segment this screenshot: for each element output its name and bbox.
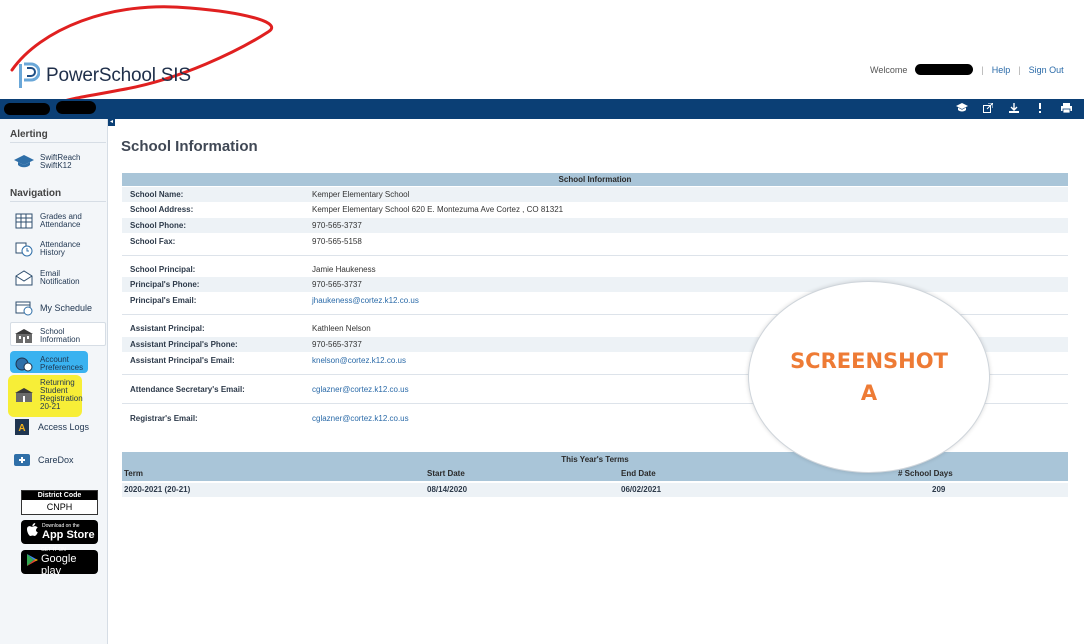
account-preferences-icon	[14, 355, 34, 373]
separator: |	[1018, 64, 1021, 75]
divider	[10, 201, 106, 202]
separator: |	[981, 64, 984, 75]
table-row: 2020-2021 (20-21) 08/14/2020 06/02/2021 …	[122, 483, 1068, 497]
red-scribble-annotation	[10, 5, 273, 106]
attendance-history-icon	[14, 240, 34, 258]
powerschool-logo-icon	[19, 62, 40, 88]
assistant-email-link[interactable]: knelson@cortez.k12.co.us	[312, 356, 406, 365]
sign-out-link[interactable]: Sign Out	[1029, 65, 1064, 75]
redacted-breadcrumb	[56, 101, 96, 114]
sidebar-item-caredox[interactable]: CareDox	[12, 451, 74, 469]
table-row: Principal's Phone: 970-565-3737	[122, 277, 1068, 292]
sidebar-item-email-notification[interactable]: Email Notification	[14, 269, 80, 287]
page-title: School Information	[121, 138, 258, 155]
top-navbar	[0, 99, 1084, 119]
navigation-heading: Navigation	[10, 188, 62, 199]
school-info-header: School Information	[122, 173, 1068, 186]
powerschool-logo[interactable]: PowerSchool SIS	[18, 62, 191, 90]
sidebar-item-grades-attendance[interactable]: Grades and Attendance	[14, 212, 82, 230]
app-title: PowerSchool SIS	[46, 65, 191, 86]
registrar-email-link[interactable]: cglazner@cortez.k12.co.us	[312, 414, 409, 423]
navbar-tools	[956, 101, 1072, 115]
table-row: School Fax: 970-565-5158	[130, 237, 362, 246]
graduation-cap-icon[interactable]	[956, 101, 968, 115]
alert-exclamation-icon[interactable]	[1034, 101, 1046, 115]
svg-text:A: A	[18, 423, 25, 434]
column-start-date: Start Date	[427, 469, 465, 478]
principal-email-link[interactable]: jhaukeness@cortez.k12.co.us	[312, 296, 419, 305]
screenshot-label-line2: A	[860, 381, 878, 405]
schedule-icon	[14, 299, 34, 317]
table-row: School Address: Kemper Elementary School…	[130, 205, 564, 214]
divider	[10, 142, 106, 143]
graduation-cap-icon	[14, 153, 34, 171]
apple-icon	[27, 522, 39, 542]
sidebar-item-access-logs[interactable]: A Access Logs	[12, 418, 89, 436]
help-link[interactable]: Help	[992, 65, 1011, 75]
external-link-icon[interactable]	[982, 101, 994, 115]
sidebar-item-swiftreach[interactable]: SwiftReach SwiftK12	[14, 153, 80, 171]
screenshot-label-overlay: SCREENSHOT A	[748, 281, 990, 473]
terms-column-headers: Term Start Date End Date # School Days	[122, 467, 1068, 481]
sidebar-item-attendance-history[interactable]: Attendance History	[14, 240, 80, 258]
alerting-heading: Alerting	[10, 129, 48, 140]
download-icon[interactable]	[1008, 101, 1020, 115]
district-code-value: CNPH	[46, 502, 73, 512]
column-term: Term	[124, 469, 143, 478]
google-play-icon	[27, 553, 38, 571]
access-logs-icon: A	[12, 418, 32, 436]
sidebar-item-school-information[interactable]: School Information	[14, 327, 80, 345]
attendance-email-link[interactable]: cglazner@cortez.k12.co.us	[312, 385, 409, 394]
redacted-breadcrumb	[4, 103, 50, 115]
school-building-icon	[14, 327, 34, 345]
table-row: School Name: Kemper Elementary School	[122, 187, 1068, 202]
school-building-icon	[14, 386, 34, 404]
screenshot-label-line1: SCREENSHOT	[790, 349, 948, 373]
printer-icon[interactable]	[1060, 101, 1072, 115]
column-school-days: # School Days	[898, 469, 953, 478]
sidebar-item-my-schedule[interactable]: My Schedule	[14, 299, 92, 317]
column-end-date: End Date	[621, 469, 656, 478]
district-code-badge: District Code CNPH	[21, 490, 98, 515]
app-store-badge[interactable]: Download on the App Store	[21, 520, 98, 544]
user-menu: Welcome | Help | Sign Out	[870, 64, 1064, 75]
redacted-username	[915, 64, 974, 75]
sidebar-item-returning-student-registration[interactable]: Returning Student Registration 20-21	[14, 379, 83, 411]
sidebar-item-account-preferences[interactable]: Account Preferences	[14, 355, 83, 373]
divider	[122, 255, 1068, 256]
grades-grid-icon	[14, 212, 34, 230]
collapse-sidebar-button[interactable]: ◂	[108, 119, 115, 126]
email-icon	[14, 269, 34, 287]
district-code-label: District Code	[22, 491, 97, 500]
table-row: School Phone: 970-565-3737	[122, 218, 1068, 233]
google-play-badge[interactable]: GET IT ON Google play	[21, 547, 98, 577]
caredox-icon	[12, 451, 32, 469]
welcome-label: Welcome	[870, 64, 908, 75]
table-row: School Principal: Jamie Haukeness	[130, 265, 376, 274]
